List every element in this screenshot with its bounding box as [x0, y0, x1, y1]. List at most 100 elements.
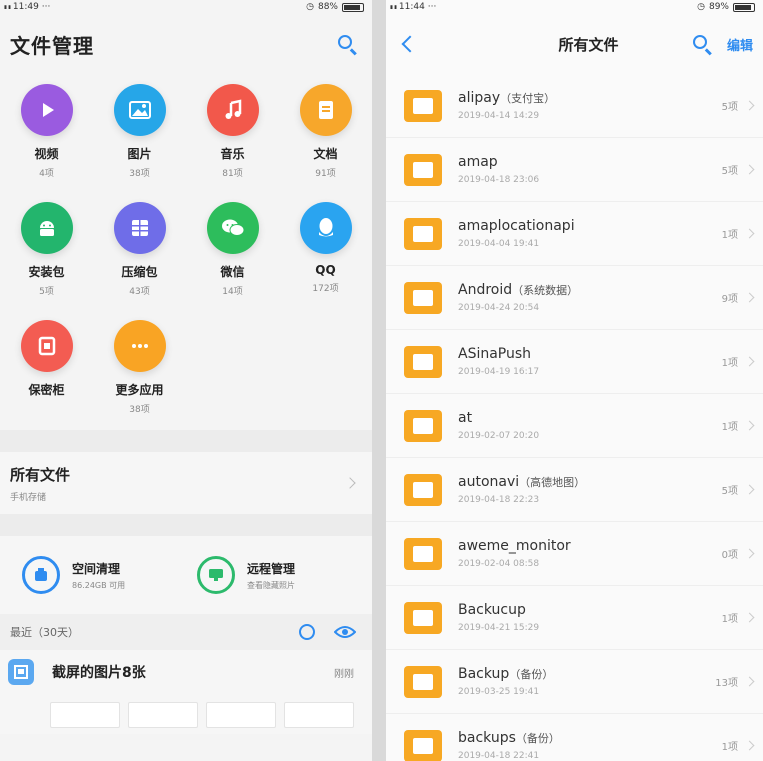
search-icon[interactable] [691, 33, 713, 56]
file-row[interactable]: at 2019-02-07 20:20 1项 [386, 394, 763, 458]
recent-item[interactable]: 截屏的图片8张 刚刚 [0, 650, 372, 694]
refresh-circle-icon[interactable] [298, 623, 316, 641]
battery-percent: 88% [317, 2, 338, 12]
file-row[interactable]: aweme_monitor 2019-02-04 08:58 0项 [386, 522, 763, 586]
folder-item-count: 1项 [721, 230, 738, 241]
android-icon [20, 202, 73, 254]
chevron-right-icon [744, 420, 755, 431]
status-left: ᵢᵢ ᵢᵢ 11:44 ··· [390, 2, 436, 12]
recent-item-time: 刚刚 [334, 668, 354, 680]
category-count: 14项 [222, 287, 243, 297]
folder-icon [404, 89, 442, 122]
thumbnail[interactable] [284, 702, 354, 728]
tool-subtitle: 查看隐藏照片 [247, 580, 295, 590]
category-archive[interactable]: 压缩包 43项 [93, 202, 186, 312]
file-row[interactable]: alipay（支付宝） 2019-04-14 14:29 5项 [386, 74, 763, 138]
folder-icon [404, 217, 442, 250]
folder-name: alipay [458, 90, 501, 106]
chevron-right-icon [744, 100, 755, 111]
status-time: 11:49 [12, 2, 39, 12]
category-document[interactable]: 文档 91项 [279, 84, 372, 194]
chevron-right-icon [744, 164, 755, 175]
folder-item-count: 5项 [721, 166, 738, 177]
qq-icon [299, 202, 352, 254]
file-row[interactable]: amaplocationapi 2019-04-04 19:41 1项 [386, 202, 763, 266]
cleanup-icon [22, 556, 60, 594]
status-time: 11:44 [398, 2, 425, 12]
image-icon [113, 84, 166, 136]
file-row[interactable]: ASinaPush 2019-04-19 16:17 1项 [386, 330, 763, 394]
folder-date: 2019-04-19 16:17 [458, 367, 540, 377]
all-files-title: 所有文件 [10, 465, 71, 484]
folder-name: backups [458, 730, 516, 746]
recent-header: 最近（30天） [0, 614, 372, 650]
status-bar: ᵢᵢ ᵢᵢ 11:44 ··· ◷ 89% [386, 0, 763, 14]
all-files-entry[interactable]: 所有文件 手机存储 [0, 452, 372, 514]
file-row[interactable]: amap 2019-04-18 23:06 5项 [386, 138, 763, 202]
file-list: alipay（支付宝） 2019-04-14 14:29 5项 amap 2019-04… [386, 74, 763, 761]
folder-alias: （支付宝） [500, 92, 556, 105]
file-row[interactable]: backups（备份） 2019-04-18 22:41 1项 [386, 714, 763, 761]
category-image[interactable]: 图片 38项 [93, 84, 186, 194]
category-android[interactable]: 安装包 5项 [0, 202, 93, 312]
header: 文件管理 [0, 14, 372, 74]
play-icon [20, 84, 73, 136]
tool-title: 远程管理 [247, 561, 296, 576]
category-wechat[interactable]: 微信 14项 [186, 202, 279, 312]
category-name: 保密柜 [28, 383, 65, 397]
more-dots-icon: ··· [41, 2, 51, 12]
chevron-right-icon [744, 740, 755, 751]
chevron-right-icon [744, 228, 755, 239]
folder-icon [404, 665, 442, 698]
chevron-right-icon [744, 292, 755, 303]
file-row[interactable]: autonavi（高德地图） 2019-04-18 22:23 5项 [386, 458, 763, 522]
category-name: 微信 [220, 265, 245, 279]
folder-name: Android [458, 282, 513, 298]
back-arrow-icon[interactable] [401, 35, 419, 53]
folder-name: Backucup [458, 602, 526, 618]
document-icon [299, 84, 352, 136]
remote-management-button[interactable]: 远程管理 查看隐藏照片 [197, 556, 372, 594]
category-safe[interactable]: 保密柜 [0, 320, 93, 430]
eye-icon[interactable] [334, 624, 356, 640]
category-name: 图片 [127, 147, 152, 161]
folder-icon [404, 473, 442, 506]
wechat-icon [206, 202, 259, 254]
folder-icon [404, 281, 442, 314]
category-name: 音乐 [220, 147, 245, 161]
folder-alias: （备份） [515, 732, 560, 745]
folder-date: 2019-04-24 20:54 [458, 303, 540, 313]
folder-item-count: 5项 [721, 102, 738, 113]
music-note-icon [206, 84, 259, 136]
folder-name: amaplocationapi [458, 218, 575, 234]
folder-name: at [458, 410, 473, 426]
signal-icon: ᵢᵢ ᵢᵢ [4, 2, 11, 12]
category-qq[interactable]: QQ 172项 [279, 202, 372, 312]
alarm-icon: ◷ [306, 2, 314, 12]
recent-thumbnails [0, 694, 372, 734]
category-play[interactable]: 视频 4项 [0, 84, 93, 194]
category-count: 91项 [315, 169, 336, 179]
chevron-right-icon [344, 477, 356, 489]
alarm-icon: ◷ [697, 2, 705, 12]
file-row[interactable]: Android（系统数据） 2019-04-24 20:54 9项 [386, 266, 763, 330]
folder-item-count: 9项 [721, 294, 738, 305]
all-files-screen: ᵢᵢ ᵢᵢ 11:44 ··· ◷ 89% 所有文件 编辑 alipay（支付宝… [386, 0, 763, 761]
folder-icon [404, 345, 442, 378]
file-row[interactable]: Backucup 2019-04-21 15:29 1项 [386, 586, 763, 650]
thumbnail[interactable] [128, 702, 198, 728]
space-cleanup-button[interactable]: 空间清理 86.24GB 可用 [22, 556, 197, 594]
thumbnail[interactable] [206, 702, 276, 728]
category-count: 172项 [312, 284, 339, 294]
search-icon[interactable] [336, 33, 358, 56]
file-row[interactable]: Backup（备份） 2019-03-25 19:41 13项 [386, 650, 763, 714]
folder-date: 2019-04-21 15:29 [458, 623, 540, 633]
category-name: 文档 [313, 147, 338, 161]
more-icon [113, 320, 166, 372]
edit-button[interactable]: 编辑 [727, 35, 753, 54]
folder-item-count: 0项 [721, 550, 738, 561]
category-music-note[interactable]: 音乐 81项 [186, 84, 279, 194]
thumbnail[interactable] [50, 702, 120, 728]
folder-icon [404, 153, 442, 186]
category-more[interactable]: 更多应用 38项 [93, 320, 186, 430]
